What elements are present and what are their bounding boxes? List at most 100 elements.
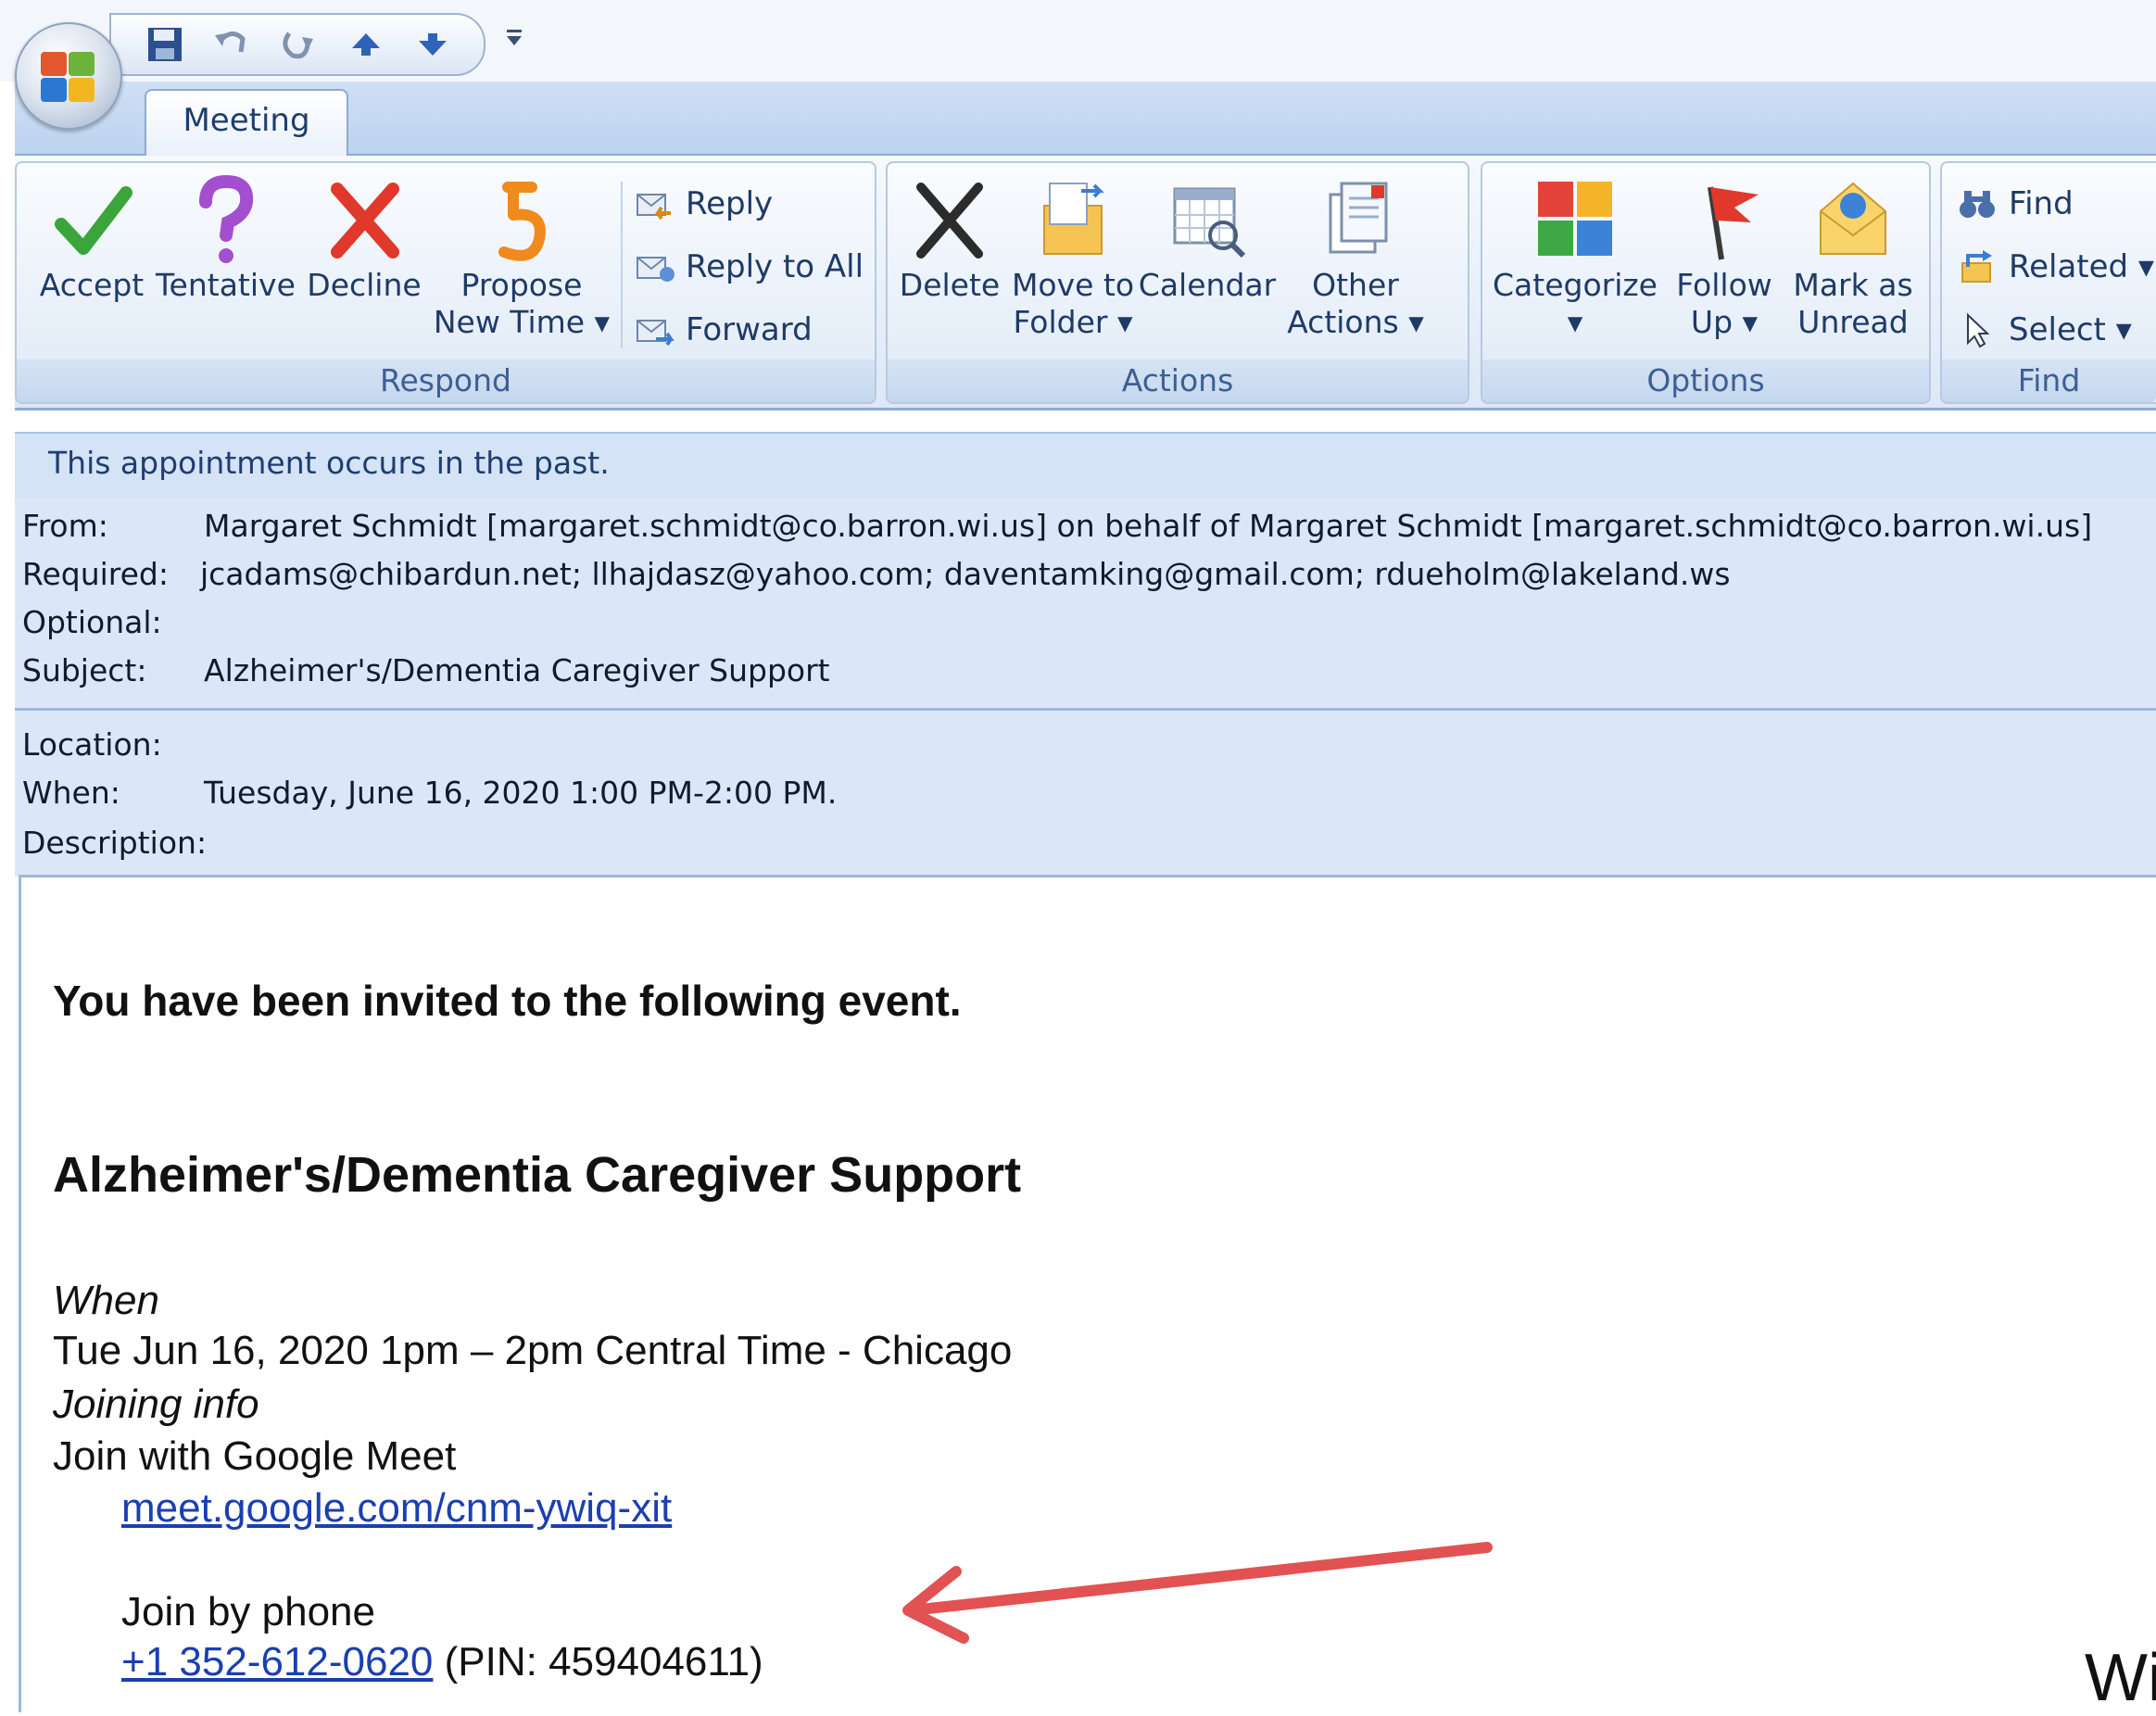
tab-meeting[interactable]: Meeting [145, 89, 348, 158]
tentative-button[interactable]: Tentative [156, 174, 296, 304]
group-separator [621, 182, 623, 348]
required-value[interactable]: jcadams@chibardun.net; llhajdasz@yahoo.c… [200, 556, 1731, 592]
location-label: Location: [22, 726, 162, 763]
next-item-icon[interactable] [411, 24, 454, 65]
undo-icon[interactable] [211, 24, 254, 65]
from-label: From: [22, 508, 108, 544]
header-divider [15, 708, 2156, 711]
propose-new-time-button[interactable]: Propose New Time ▾ [424, 174, 619, 341]
when-heading: When [53, 1278, 159, 1323]
options-group-label: Options [1482, 360, 1929, 402]
required-label: Required: [22, 556, 169, 592]
actions-group-label: Actions [888, 360, 1468, 402]
delete-button[interactable]: Delete [889, 174, 1010, 304]
delete-icon [916, 183, 983, 259]
subject-label: Subject: [22, 652, 147, 688]
follow-label-line1: Follow [1676, 267, 1772, 303]
calendar-icon [1173, 187, 1246, 259]
reply-all-icon [637, 257, 675, 282]
description-label: Description: [22, 825, 208, 861]
move-label-line1: Move to [1011, 267, 1135, 303]
related-icon [1961, 250, 1992, 283]
when-label: When: [22, 775, 120, 811]
cursor-icon [1967, 312, 1990, 348]
propose-label-line2: New Time ▾ [433, 304, 611, 340]
categorize-button[interactable]: Categorize ▾ [1492, 174, 1658, 341]
other-actions-icon [1329, 182, 1388, 254]
calendar-label: Calendar [1138, 267, 1277, 303]
move-to-folder-button[interactable]: Move to Folder ▾ [1008, 174, 1138, 341]
ribbon-tab-row: Meeting [15, 82, 2156, 158]
find-group-label: Find [1942, 360, 2156, 402]
info-bar-text: This appointment occurs in the past. [48, 445, 610, 481]
forward-label: Forward [686, 311, 813, 348]
reply-all-label: Reply to All [686, 248, 864, 285]
previous-item-icon[interactable] [345, 24, 387, 65]
red-arrow-annotation [902, 1542, 1493, 1644]
select-button[interactable]: Select ▾ [1957, 306, 2132, 354]
move-to-folder-icon [1043, 183, 1104, 255]
accept-label: Accept [39, 267, 145, 303]
respond-group-label: Respond [17, 360, 875, 402]
forward-button[interactable]: Forward [634, 306, 813, 354]
other-label-line1: Other [1312, 267, 1399, 303]
actions-group: Delete Move to Folder ▾ Calendar Other A… [886, 161, 1469, 404]
related-button[interactable]: Related ▾ [1957, 243, 2154, 291]
info-bar: This appointment occurs in the past. [15, 432, 2156, 500]
categorize-icon [1538, 182, 1612, 256]
respond-group: Accept Tentative Decline Propose New Tim… [15, 161, 876, 404]
join-phone-text: Join by phone [121, 1589, 375, 1634]
categorize-label-line1: Categorize [1492, 267, 1658, 303]
checkmark-icon [55, 186, 132, 255]
invite-text: You have been invited to the following e… [53, 977, 962, 1025]
reply-label: Reply [686, 185, 774, 222]
mark-as-unread-button[interactable]: Mark as Unread [1788, 174, 1918, 341]
flag-icon [1708, 186, 1759, 260]
join-meet-text: Join with Google Meet [53, 1433, 457, 1479]
customize-toolbar-icon[interactable] [500, 24, 528, 52]
office-logo-icon [41, 52, 95, 102]
mark-label-line1: Mark as [1793, 267, 1913, 303]
move-label-line2: Folder ▾ [1013, 304, 1133, 340]
binoculars-icon [1960, 191, 1995, 218]
subject-value: Alzheimer's/Dementia Caregiver Support [204, 652, 830, 688]
office-button[interactable] [15, 22, 122, 130]
calendar-button[interactable]: Calendar [1138, 174, 1277, 304]
follow-up-button[interactable]: Follow Up ▾ [1664, 174, 1784, 341]
find-label: Find [2009, 185, 2074, 222]
ribbon: Accept Tentative Decline Propose New Tim… [15, 156, 2156, 410]
options-group: Categorize ▾ Follow Up ▾ Mark as Unread … [1481, 161, 1931, 404]
title-bar [0, 0, 2156, 82]
propose-label-line1: Propose [460, 267, 583, 303]
other-actions-button[interactable]: Other Actions ▾ [1277, 174, 1434, 341]
watermark-text: Wi [2085, 1641, 2156, 1715]
message-header: From: Margaret Schmidt [margaret.schmidt… [15, 498, 2156, 877]
from-value[interactable]: Margaret Schmidt [margaret.schmidt@co.ba… [204, 508, 2092, 544]
reply-all-button[interactable]: Reply to All [634, 243, 864, 291]
follow-label-line2: Up ▾ [1690, 304, 1759, 340]
meet-link[interactable]: meet.google.com/cnm-ywiq-xit [121, 1485, 672, 1532]
forward-icon [637, 320, 675, 347]
reply-icon [637, 194, 671, 221]
accept-button[interactable]: Accept [22, 174, 161, 304]
other-label-line2: Actions ▾ [1287, 304, 1424, 340]
phone-link[interactable]: +1 352-612-0620 [121, 1639, 433, 1684]
pin-text: (PIN: 459404611) [444, 1639, 763, 1684]
select-label: Select ▾ [2009, 311, 2132, 348]
find-button[interactable]: Find [1957, 180, 2074, 228]
decline-x-icon [331, 183, 399, 259]
save-icon[interactable] [145, 24, 187, 65]
decline-button[interactable]: Decline [295, 174, 434, 304]
redo-icon[interactable] [276, 24, 319, 65]
decline-label: Decline [307, 267, 422, 303]
mark-unread-icon [1820, 182, 1886, 255]
related-label: Related ▾ [2009, 248, 2155, 285]
optional-label: Optional: [22, 604, 162, 640]
event-title: Alzheimer's/Dementia Caregiver Support [53, 1147, 1022, 1203]
categorize-label-line2: ▾ [1567, 304, 1583, 340]
find-group: Find Related ▾ Select ▾ Find [1940, 161, 2156, 404]
reply-button[interactable]: Reply [634, 180, 773, 228]
mark-label-line2: Unread [1797, 304, 1909, 340]
when-value: Tuesday, June 16, 2020 1:00 PM-2:00 PM. [204, 775, 838, 811]
delete-label: Delete [899, 267, 1001, 303]
